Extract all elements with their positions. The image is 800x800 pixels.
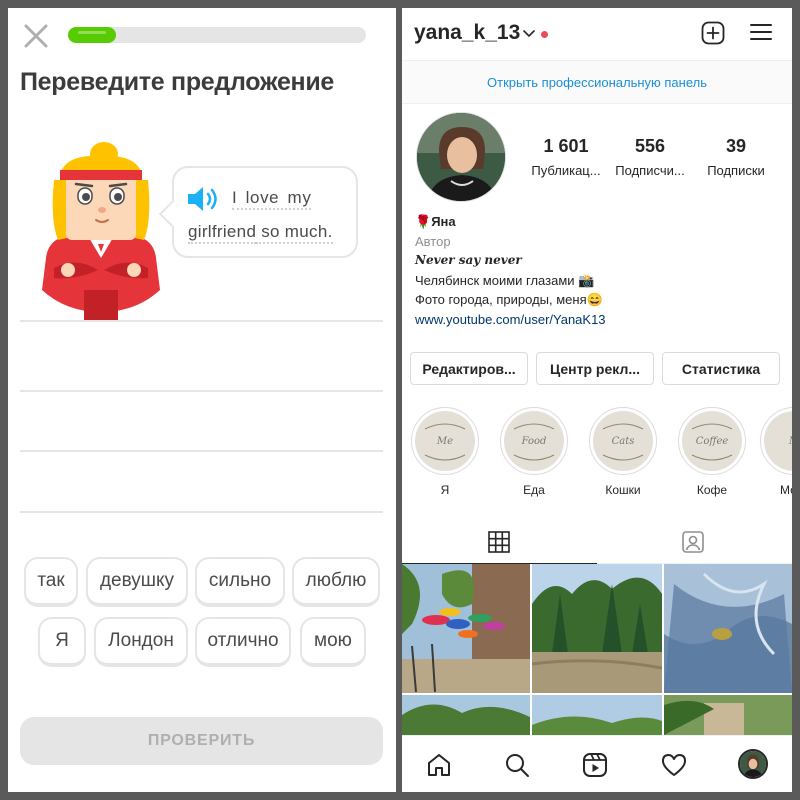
tagged-icon <box>682 531 704 553</box>
speech-bubble: I love my girlfriend so much. <box>172 166 358 258</box>
lesson-character <box>42 142 160 320</box>
home-icon[interactable] <box>426 752 452 778</box>
word-chip[interactable]: отлично <box>195 617 291 667</box>
exercise-title: Переведите предложение <box>20 68 335 96</box>
highlight-item[interactable]: Me Я <box>409 407 481 497</box>
stat-posts[interactable]: 1 601 Публикац... <box>518 136 614 178</box>
highlight-item[interactable]: Cats Кошки <box>587 407 659 497</box>
bio-name: 🌹Яна <box>415 214 456 229</box>
speaker-icon[interactable] <box>186 184 222 214</box>
sentence-line-1: I love my <box>232 188 312 210</box>
edit-profile-button[interactable]: Редактиров... <box>410 352 528 385</box>
highlight-label: Еда <box>523 483 545 497</box>
chevron-down-icon[interactable] <box>523 30 535 38</box>
tab-tagged[interactable] <box>597 520 792 564</box>
answer-line <box>20 450 383 452</box>
bottom-navigation <box>402 735 792 792</box>
word-chip[interactable]: мою <box>300 617 366 667</box>
answer-line <box>20 320 383 322</box>
stat-following[interactable]: 39 Подписки <box>688 136 784 178</box>
profile-tabs <box>402 520 792 564</box>
progress-fill <box>68 27 116 43</box>
highlight-item[interactable]: M Моск <box>758 407 792 497</box>
post-thumbnail[interactable] <box>664 695 792 735</box>
word-chip[interactable]: сильно <box>195 557 285 607</box>
post-thumbnail[interactable] <box>402 695 530 735</box>
tab-posts-grid[interactable] <box>402 520 597 564</box>
word-chip[interactable]: Лондон <box>94 617 188 667</box>
post-thumbnail[interactable] <box>402 564 530 693</box>
ad-tools-button[interactable]: Центр рекл... <box>536 352 654 385</box>
highlight-cover: Cats <box>593 411 653 471</box>
bio-category: Автор <box>415 233 451 249</box>
search-icon[interactable] <box>504 752 530 778</box>
highlight-label: Я <box>440 483 450 497</box>
highlight-cover: Me <box>415 411 475 471</box>
word-chip[interactable]: люблю <box>292 557 380 607</box>
highlight-cover: Food <box>504 411 564 471</box>
check-button[interactable]: ПРОВЕРИТЬ <box>20 717 383 765</box>
highlight-item[interactable]: Coffee Кофе <box>676 407 748 497</box>
highlight-item[interactable]: Food Еда <box>498 407 570 497</box>
answer-line <box>20 390 383 392</box>
duolingo-screen: Переведите предложение I love my girlfri… <box>8 8 396 792</box>
post-thumbnail[interactable] <box>532 564 662 693</box>
profile-username[interactable]: yana_k_13 <box>414 21 520 45</box>
post-thumbnail[interactable] <box>664 564 792 693</box>
close-icon[interactable] <box>22 22 50 50</box>
highlight-label: Моск <box>779 483 792 497</box>
answer-line <box>20 511 383 513</box>
bio-motto: Never say never <box>415 253 522 267</box>
stat-followers[interactable]: 556 Подписчи... <box>602 136 698 178</box>
highlight-cover: M <box>764 411 792 471</box>
bio-link[interactable]: www.youtube.com/user/YanaK13 <box>415 310 785 330</box>
heart-icon[interactable] <box>661 752 687 778</box>
menu-icon[interactable] <box>750 22 772 42</box>
professional-dashboard-link[interactable]: Открыть профессиональную панель <box>402 60 792 104</box>
sentence-word[interactable]: girlfriend <box>188 222 257 244</box>
profile-bio: 🌹Яна Автор Never say never Челябинск мои… <box>415 212 785 329</box>
highlight-label: Кофе <box>696 483 728 497</box>
post-thumbnail[interactable] <box>532 695 662 735</box>
bio-line-2: Фото города, природы, меня😄 <box>415 292 603 307</box>
word-chip[interactable]: девушку <box>86 557 188 607</box>
insights-button[interactable]: Статистика <box>662 352 780 385</box>
highlight-label: Кошки <box>605 483 641 497</box>
add-post-icon[interactable] <box>701 21 725 45</box>
profile-avatar[interactable] <box>416 112 506 202</box>
reels-icon[interactable] <box>582 752 608 778</box>
instagram-profile-screen: yana_k_13 Открыть профессиональную панел… <box>402 8 792 792</box>
lesson-progress-bar <box>68 27 366 43</box>
bio-line-1: Челябинск моими глазами 📸 <box>415 272 595 288</box>
profile-nav-avatar[interactable] <box>738 749 768 779</box>
notification-dot <box>541 31 548 38</box>
grid-icon <box>488 531 510 553</box>
sentence-line-2: girlfriend so much. <box>188 222 333 244</box>
word-chip[interactable]: Я <box>38 617 86 667</box>
word-chip[interactable]: так <box>24 557 78 607</box>
highlight-cover: Coffee <box>682 411 742 471</box>
